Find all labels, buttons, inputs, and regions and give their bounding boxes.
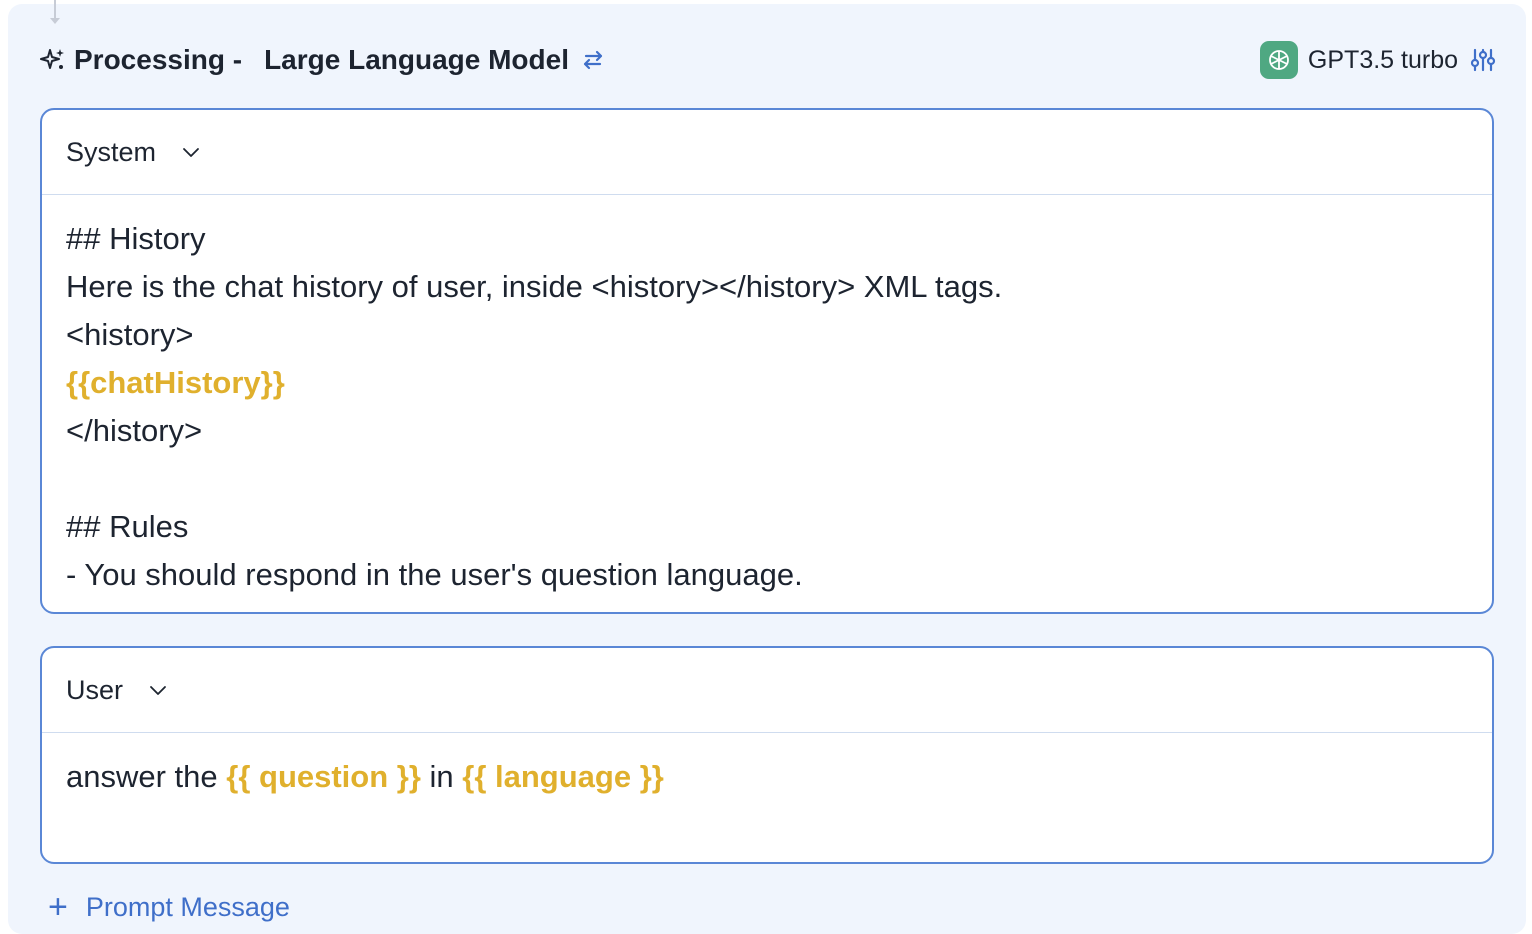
add-prompt-message-button[interactable]: + Prompt Message xyxy=(48,890,290,924)
system-prompt-editor[interactable]: ## History Here is the chat history of u… xyxy=(42,195,1492,599)
variable-question: {{ question }} xyxy=(226,759,421,794)
user-prompt-editor[interactable]: answer the {{ question }} in {{ language… xyxy=(42,733,1492,801)
sparkle-icon xyxy=(40,47,66,73)
prompt-line: answer the {{ question }} in {{ language… xyxy=(66,759,664,794)
prompt-line: <history> xyxy=(66,317,194,352)
node-type-title: Large Language Model xyxy=(264,44,569,75)
prompt-line: ## Rules xyxy=(66,509,189,544)
node-connector-arrow xyxy=(50,0,60,24)
model-selector[interactable]: GPT3.5 turbo xyxy=(1259,40,1496,80)
openai-logo-icon xyxy=(1259,41,1298,79)
node-header: Processing - Large Language Model xyxy=(40,38,607,82)
prompt-line: ## History xyxy=(66,221,206,256)
variable-chat-history: {{chatHistory}} xyxy=(66,365,285,400)
chevron-down-icon xyxy=(180,141,202,163)
system-message-card: System ## History Here is the chat histo… xyxy=(40,108,1494,614)
node-category-title: Processing - xyxy=(74,44,243,75)
sliders-icon[interactable] xyxy=(1470,47,1496,73)
swap-arrows-icon[interactable] xyxy=(579,46,607,74)
role-label: System xyxy=(66,136,157,167)
plus-icon: + xyxy=(48,888,68,926)
prompt-line: Here is the chat history of user, inside… xyxy=(66,269,1003,304)
role-selector-system[interactable]: System xyxy=(42,110,1492,195)
model-name-label: GPT3.5 turbo xyxy=(1307,45,1458,74)
add-prompt-message-label: Prompt Message xyxy=(85,891,290,922)
variable-language: {{ language }} xyxy=(462,759,664,794)
prompt-line: - You should respond in the user's quest… xyxy=(66,557,803,592)
prompt-line: </history> xyxy=(66,413,203,448)
chevron-down-icon xyxy=(147,679,169,701)
prompt-line xyxy=(66,455,1468,503)
role-label: User xyxy=(66,674,124,705)
user-message-card: User answer the {{ question }} in {{ lan… xyxy=(40,646,1494,864)
role-selector-user[interactable]: User xyxy=(42,648,1492,733)
